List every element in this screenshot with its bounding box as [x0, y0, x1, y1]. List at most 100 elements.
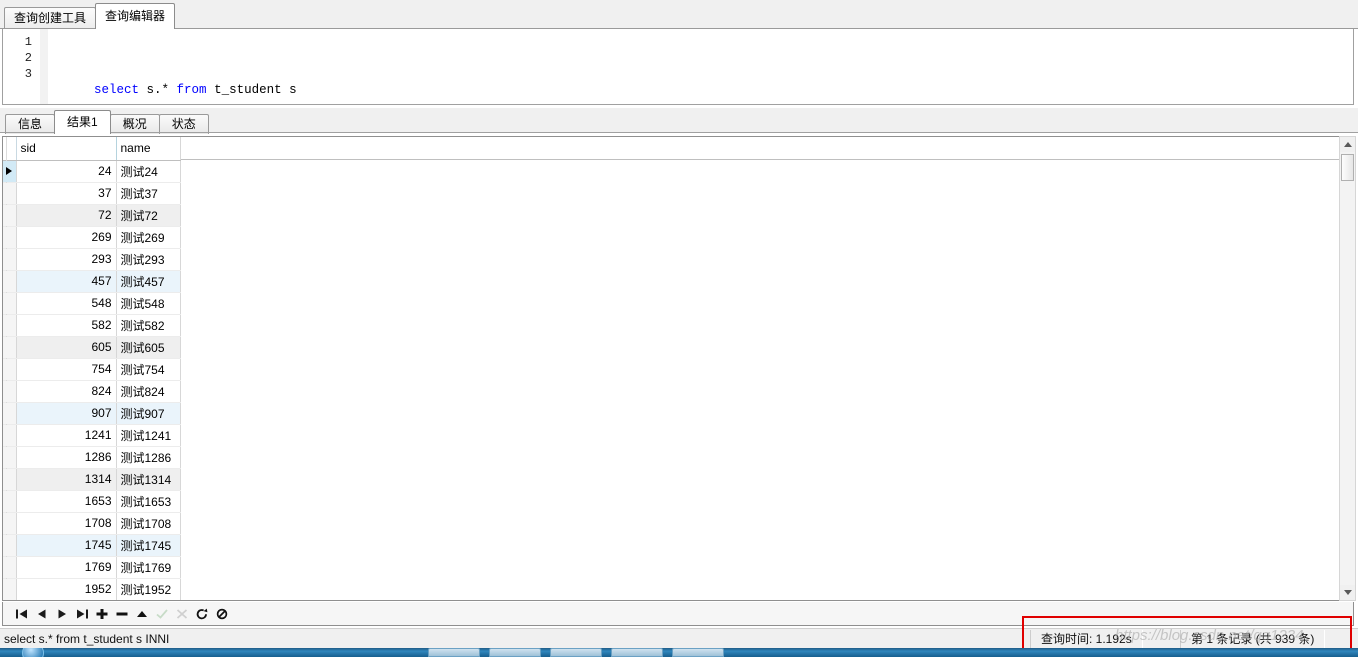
- table-row[interactable]: 37 测试37: [3, 182, 181, 205]
- tab-info[interactable]: 信息: [5, 114, 56, 134]
- tab-profile[interactable]: 概况: [109, 114, 160, 134]
- table-row[interactable]: 1769 测试1769: [3, 556, 181, 579]
- row-indicator-cell[interactable]: [3, 380, 17, 403]
- previous-record-icon[interactable]: [32, 603, 52, 625]
- cell-name[interactable]: 测试1952: [116, 578, 181, 600]
- cell-sid[interactable]: 1745: [16, 534, 117, 557]
- cell-name[interactable]: 测试754: [116, 358, 181, 381]
- row-indicator-cell[interactable]: [3, 512, 17, 535]
- taskbar-item[interactable]: [611, 648, 663, 657]
- cell-sid[interactable]: 269: [16, 226, 117, 249]
- refresh-icon[interactable]: [192, 603, 212, 625]
- grid-vertical-scrollbar[interactable]: [1339, 136, 1356, 601]
- scroll-down-icon[interactable]: [1340, 585, 1355, 600]
- row-indicator-cell[interactable]: [3, 336, 17, 359]
- cell-name[interactable]: 测试72: [116, 204, 181, 227]
- row-indicator-cell[interactable]: [3, 578, 17, 600]
- cell-sid[interactable]: 1653: [16, 490, 117, 513]
- cell-sid[interactable]: 824: [16, 380, 117, 403]
- table-row[interactable]: 824 测试824: [3, 380, 181, 403]
- cell-sid[interactable]: 582: [16, 314, 117, 337]
- column-header-sid[interactable]: sid: [16, 137, 117, 161]
- cell-sid[interactable]: 457: [16, 270, 117, 293]
- table-row[interactable]: 548 测试548: [3, 292, 181, 315]
- table-row[interactable]: 24 测试24: [3, 160, 181, 183]
- row-indicator-cell[interactable]: [3, 490, 17, 513]
- cell-sid[interactable]: 754: [16, 358, 117, 381]
- table-row[interactable]: 1708 测试1708: [3, 512, 181, 535]
- table-row[interactable]: 1745 测试1745: [3, 534, 181, 557]
- row-indicator-cell[interactable]: [3, 226, 17, 249]
- table-row[interactable]: 605 测试605: [3, 336, 181, 359]
- cell-sid[interactable]: 1708: [16, 512, 117, 535]
- table-row[interactable]: 754 测试754: [3, 358, 181, 381]
- start-button-icon[interactable]: [22, 648, 44, 657]
- cell-name[interactable]: 测试1286: [116, 446, 181, 469]
- row-indicator-cell[interactable]: [3, 248, 17, 271]
- cell-name[interactable]: 测试1314: [116, 468, 181, 491]
- table-row[interactable]: 582 测试582: [3, 314, 181, 337]
- row-indicator-cell[interactable]: [3, 534, 17, 557]
- cell-name[interactable]: 测试824: [116, 380, 181, 403]
- cell-name[interactable]: 测试582: [116, 314, 181, 337]
- row-indicator-cell[interactable]: [3, 358, 17, 381]
- table-row[interactable]: 457 测试457: [3, 270, 181, 293]
- stop-icon[interactable]: [212, 603, 232, 625]
- result-grid[interactable]: sid name 24 测试24 37 测试37 72 测试72 269 测试269 293 测试…: [2, 136, 1354, 601]
- column-header-name[interactable]: name: [116, 137, 181, 161]
- row-indicator-cell[interactable]: [3, 204, 17, 227]
- cell-sid[interactable]: 72: [16, 204, 117, 227]
- tab-status[interactable]: 状态: [158, 114, 209, 134]
- first-record-icon[interactable]: [12, 603, 32, 625]
- taskbar-item[interactable]: [428, 648, 480, 657]
- cell-name[interactable]: 测试457: [116, 270, 181, 293]
- cell-sid[interactable]: 548: [16, 292, 117, 315]
- taskbar-item[interactable]: [489, 648, 541, 657]
- tab-query-builder[interactable]: 查询创建工具: [4, 7, 97, 29]
- scrollbar-thumb[interactable]: [1341, 154, 1354, 181]
- sql-editor[interactable]: 1 2 3 select s.* from t_student s INNER …: [2, 29, 1354, 105]
- table-row[interactable]: 1952 测试1952: [3, 578, 181, 600]
- row-indicator-cell[interactable]: [3, 424, 17, 447]
- sql-code-area[interactable]: select s.* from t_student s INNER JOIN t…: [49, 34, 1353, 104]
- cell-sid[interactable]: 907: [16, 402, 117, 425]
- table-row[interactable]: 269 测试269: [3, 226, 181, 249]
- table-row[interactable]: 1241 测试1241: [3, 424, 181, 447]
- table-row[interactable]: 72 测试72: [3, 204, 181, 227]
- row-indicator-cell[interactable]: [3, 160, 17, 183]
- row-indicator-cell[interactable]: [3, 270, 17, 293]
- cell-sid[interactable]: 37: [16, 182, 117, 205]
- cell-sid[interactable]: 1769: [16, 556, 117, 579]
- cell-sid[interactable]: 1286: [16, 446, 117, 469]
- row-indicator-cell[interactable]: [3, 182, 17, 205]
- cell-name[interactable]: 测试37: [116, 182, 181, 205]
- tab-query-editor[interactable]: 查询编辑器: [95, 3, 176, 29]
- row-indicator-cell[interactable]: [3, 446, 17, 469]
- row-indicator-cell[interactable]: [3, 468, 17, 491]
- cell-sid[interactable]: 24: [16, 160, 117, 183]
- cell-name[interactable]: 测试1745: [116, 534, 181, 557]
- scroll-up-icon[interactable]: [1340, 137, 1355, 152]
- cell-name[interactable]: 测试548: [116, 292, 181, 315]
- row-indicator-cell[interactable]: [3, 402, 17, 425]
- cell-name[interactable]: 测试1241: [116, 424, 181, 447]
- cell-sid[interactable]: 1952: [16, 578, 117, 600]
- cell-name[interactable]: 测试1708: [116, 512, 181, 535]
- cell-sid[interactable]: 1241: [16, 424, 117, 447]
- cell-name[interactable]: 测试605: [116, 336, 181, 359]
- row-indicator-cell[interactable]: [3, 556, 17, 579]
- cell-name[interactable]: 测试24: [116, 160, 181, 183]
- taskbar-item[interactable]: [550, 648, 602, 657]
- cell-name[interactable]: 测试293: [116, 248, 181, 271]
- tab-result1[interactable]: 结果1: [54, 110, 111, 134]
- cell-name[interactable]: 测试1653: [116, 490, 181, 513]
- row-indicator-cell[interactable]: [3, 292, 17, 315]
- table-row[interactable]: 907 测试907: [3, 402, 181, 425]
- add-record-icon[interactable]: [92, 603, 112, 625]
- next-record-icon[interactable]: [52, 603, 72, 625]
- table-row[interactable]: 1653 测试1653: [3, 490, 181, 513]
- cell-name[interactable]: 测试269: [116, 226, 181, 249]
- cell-sid[interactable]: 605: [16, 336, 117, 359]
- edit-record-icon[interactable]: [132, 603, 152, 625]
- cell-name[interactable]: 测试907: [116, 402, 181, 425]
